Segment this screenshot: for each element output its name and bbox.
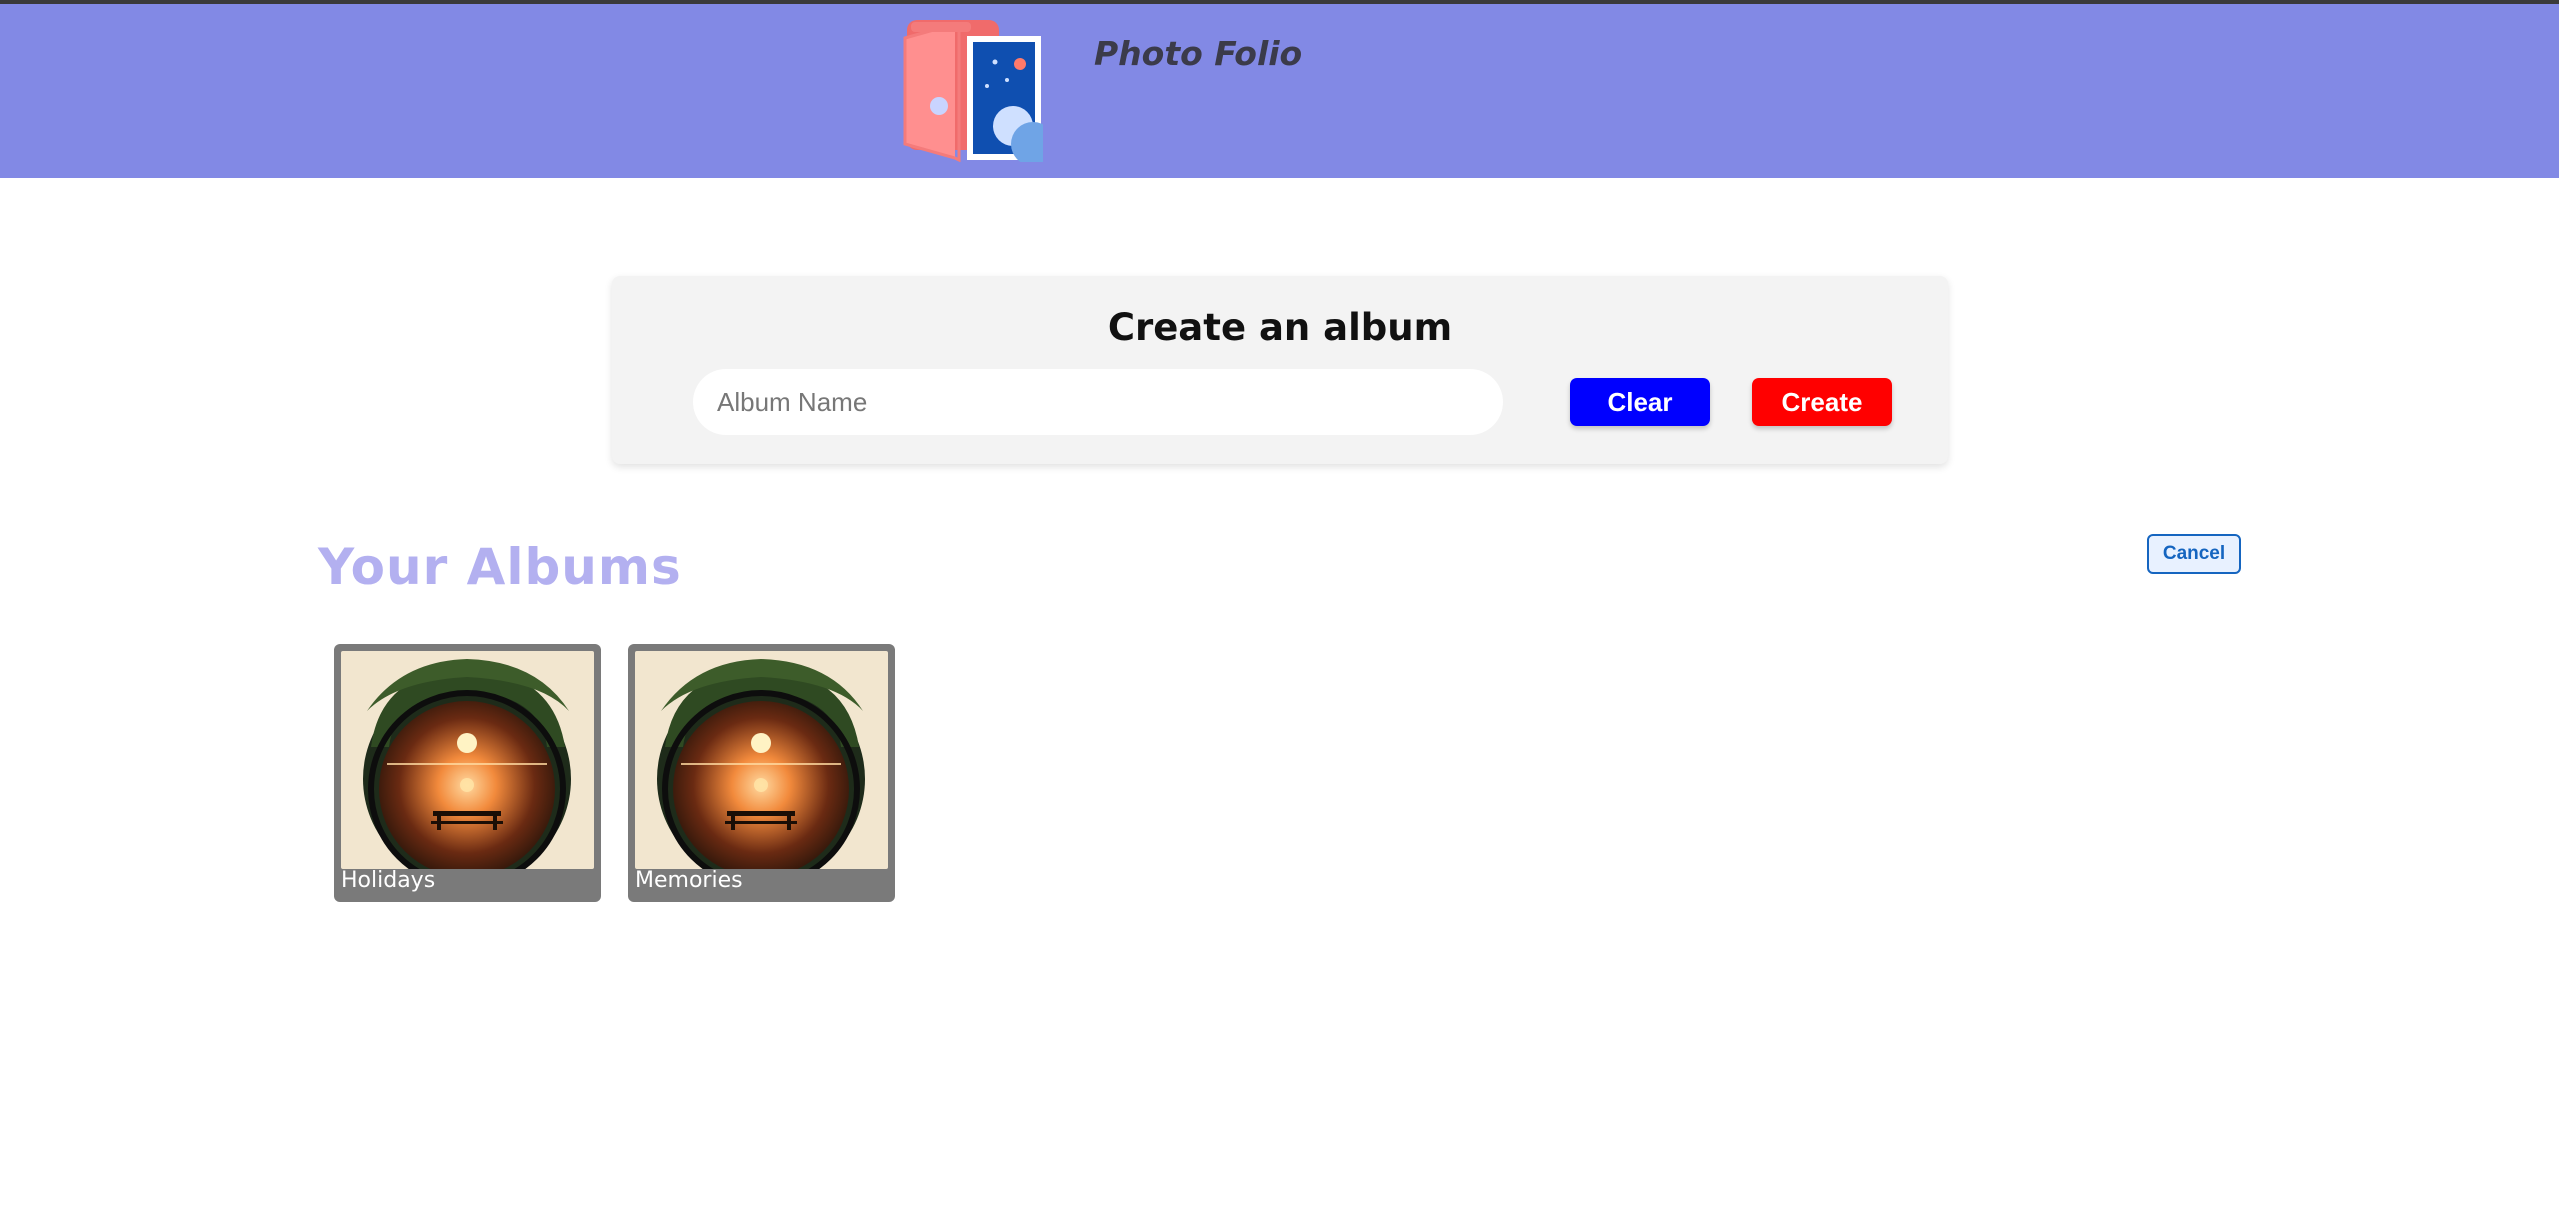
album-card-holidays[interactable]: Holidays <box>334 644 601 902</box>
your-albums-heading: Your Albums <box>318 538 682 596</box>
album-card-memories[interactable]: Memories <box>628 644 895 902</box>
sunset-bench-image <box>635 651 888 869</box>
album-name-label: Holidays <box>341 868 436 893</box>
create-album-title: Create an album <box>1107 306 1453 349</box>
create-album-card: Create an album Clear Create <box>612 276 1948 464</box>
photo-album-icon[interactable] <box>903 14 1043 162</box>
clear-button[interactable]: Clear <box>1570 378 1710 426</box>
album-name-input[interactable] <box>693 369 1503 435</box>
cancel-button[interactable]: Cancel <box>2147 534 2241 574</box>
brand-title: Photo Folio <box>1094 34 1303 73</box>
create-button[interactable]: Create <box>1752 378 1892 426</box>
navbar: Photo Folio <box>0 4 2559 178</box>
sunset-bench-image <box>341 651 594 869</box>
album-name-label: Memories <box>635 868 743 893</box>
